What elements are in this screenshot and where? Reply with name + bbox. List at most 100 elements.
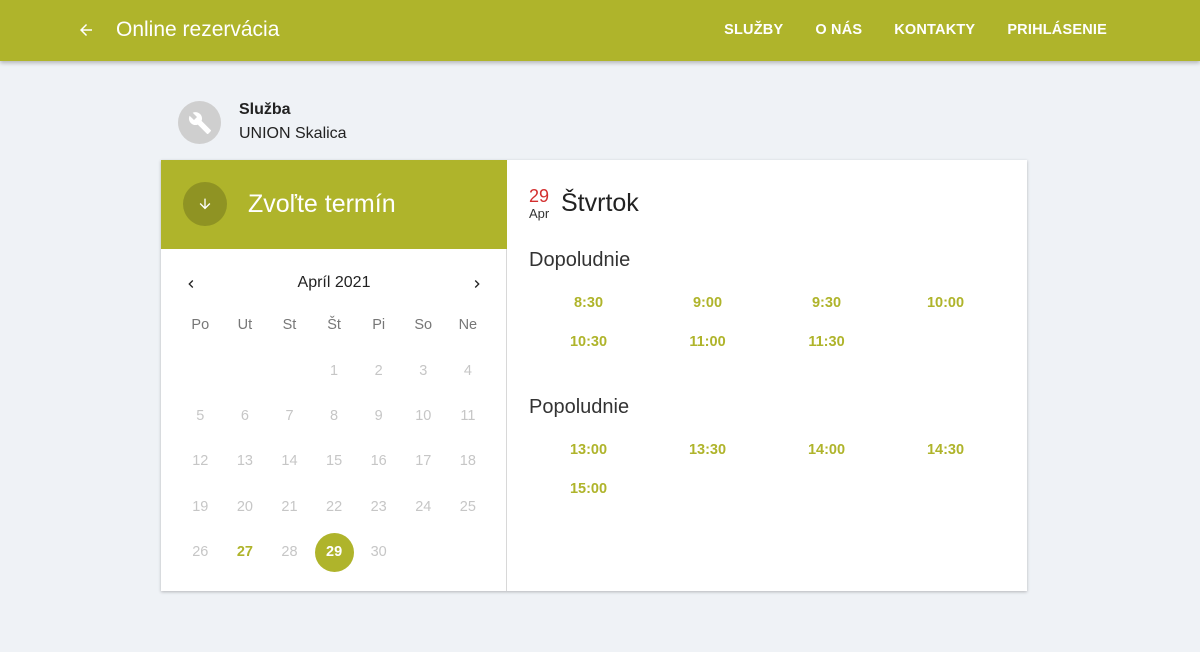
calendar-day-number: 12 xyxy=(192,453,209,470)
afternoon-slots: 13:00 13:30 14:00 14:30 15:00 xyxy=(529,430,1005,508)
calendar-day: 25 xyxy=(446,484,491,529)
app-title: Online rezervácia xyxy=(116,18,280,41)
nav-link-sluzby[interactable]: SLUŽBY xyxy=(724,20,783,40)
calendar-day-number: 7 xyxy=(285,408,294,425)
time-slot-button[interactable]: 8:30 xyxy=(529,283,648,322)
calendar-day-selected[interactable]: 29 xyxy=(312,530,357,575)
calendar-day-number: 5 xyxy=(196,408,205,425)
date-picker-title: Zvoľte termín xyxy=(248,190,396,218)
booking-card: Zvoľte termín Apríl 2021 Po Ut St Št Pi So Ne … xyxy=(161,160,1027,591)
time-slot-button[interactable]: 13:00 xyxy=(529,430,648,469)
calendar-blank xyxy=(267,348,312,393)
time-slot-button[interactable]: 9:30 xyxy=(767,283,886,322)
step-indicator xyxy=(183,182,227,226)
calendar-day: 14 xyxy=(267,439,312,484)
calendar-day: 8 xyxy=(312,393,357,438)
calendar-day: 3 xyxy=(401,348,446,393)
calendar-day-number: 10 xyxy=(415,408,432,425)
selected-day-number: 29 xyxy=(529,186,550,206)
calendar-day: 21 xyxy=(267,484,312,529)
calendar-day: 10 xyxy=(401,393,446,438)
top-app-bar: Online rezervácia SLUŽBY O NÁS KONTAKTY … xyxy=(0,0,1200,61)
calendar-day-number: 9 xyxy=(374,408,383,425)
calendar-day-number: 20 xyxy=(236,498,253,515)
calendar-day-number: 13 xyxy=(236,453,253,470)
next-month-button[interactable] xyxy=(465,271,489,297)
calendar-day-number: 30 xyxy=(370,544,387,561)
calendar-day-number: 4 xyxy=(463,362,472,379)
calendar-day-number: 8 xyxy=(330,408,339,425)
calendar-day-number: 16 xyxy=(370,453,387,470)
calendar-blank xyxy=(223,348,268,393)
month-label: Apríl 2021 xyxy=(297,274,371,291)
calendar-day-number: 23 xyxy=(370,498,387,515)
back-button[interactable] xyxy=(72,16,100,44)
weekday-label: Ut xyxy=(237,317,253,333)
nav-link-o-nas[interactable]: O NÁS xyxy=(815,20,862,40)
calendar-day: 5 xyxy=(178,393,223,438)
calendar-day-number: 17 xyxy=(415,453,432,470)
calendar-day: 28 xyxy=(267,530,312,575)
weekday-label: So xyxy=(414,317,433,333)
calendar-day[interactable]: 27 xyxy=(223,530,268,575)
morning-slots: 8:30 9:00 9:30 10:00 10:30 11:00 11:30 xyxy=(529,283,1005,361)
calendar-day-number: 22 xyxy=(326,498,343,515)
service-avatar xyxy=(178,101,221,144)
calendar-day: 7 xyxy=(267,393,312,438)
nav-link-prihlasenie[interactable]: PRIHLÁSENIE xyxy=(1007,20,1107,40)
calendar-day-number: 19 xyxy=(192,498,209,515)
time-slot-button[interactable]: 14:00 xyxy=(767,430,886,469)
nav-link-kontakty[interactable]: KONTAKTY xyxy=(894,20,975,40)
calendar-day: 11 xyxy=(446,393,491,438)
arrow-down-icon xyxy=(199,198,211,210)
calendar-day: 9 xyxy=(356,393,401,438)
calendar-day: 2 xyxy=(356,348,401,393)
arrow-left-icon xyxy=(80,24,92,36)
chevron-right-icon xyxy=(474,280,480,288)
calendar-day: 17 xyxy=(401,439,446,484)
time-slot-button[interactable]: 9:00 xyxy=(648,283,767,322)
main-nav: SLUŽBY O NÁS KONTAKTY PRIHLÁSENIE xyxy=(724,20,1107,40)
calendar-day-number: 14 xyxy=(281,453,298,470)
weekday-header: Po Ut St Št Pi So Ne xyxy=(178,317,490,333)
selected-weekday: Štvrtok xyxy=(561,189,639,217)
calendar-day: 26 xyxy=(178,530,223,575)
calendar-day-number: 11 xyxy=(460,408,476,425)
calendar-day-number: 18 xyxy=(459,453,476,470)
calendar-blank xyxy=(178,348,223,393)
month-navigation: Apríl 2021 xyxy=(161,271,507,297)
time-slot-button[interactable]: 15:00 xyxy=(529,469,648,508)
time-slot-button[interactable]: 10:00 xyxy=(886,283,1005,322)
calendar-day-number: 1 xyxy=(330,362,339,379)
calendar-day: 12 xyxy=(178,439,223,484)
section-title-morning: Dopoludnie xyxy=(529,249,631,271)
service-label: Služba xyxy=(239,101,291,118)
wrench-icon xyxy=(188,111,211,134)
time-slots-panel: 29 Apr Štvrtok Dopoludnie 8:30 9:00 9:30 10… xyxy=(508,160,1027,591)
selected-month: Apr xyxy=(529,206,550,221)
calendar-day: 6 xyxy=(223,393,268,438)
calendar-day: 13 xyxy=(223,439,268,484)
time-slot-button[interactable]: 14:30 xyxy=(886,430,1005,469)
weekday-label: Ne xyxy=(458,317,478,333)
calendar-day-number: 6 xyxy=(240,408,249,425)
calendar-day-number: 3 xyxy=(419,362,428,379)
calendar-day: 20 xyxy=(223,484,268,529)
calendar-day: 15 xyxy=(312,439,357,484)
time-slot-button[interactable]: 10:30 xyxy=(529,322,648,361)
calendar-day-number: 21 xyxy=(281,498,298,515)
calendar-day-number: 27 xyxy=(236,544,253,561)
calendar-day: 22 xyxy=(312,484,357,529)
time-slot-button[interactable]: 11:00 xyxy=(648,322,767,361)
calendar-day-number: 29 xyxy=(314,532,354,572)
section-title-afternoon: Popoludnie xyxy=(529,396,630,418)
calendar-day: 30 xyxy=(356,530,401,575)
time-slot-button[interactable]: 13:30 xyxy=(648,430,767,469)
weekday-label: Po xyxy=(191,317,210,333)
service-name: UNION Skalica xyxy=(239,125,347,142)
date-picker-header: Zvoľte termín xyxy=(161,160,507,249)
time-slot-button[interactable]: 11:30 xyxy=(767,322,886,361)
calendar-day: 18 xyxy=(446,439,491,484)
calendar-day: 4 xyxy=(446,348,491,393)
calendar-day: 16 xyxy=(356,439,401,484)
